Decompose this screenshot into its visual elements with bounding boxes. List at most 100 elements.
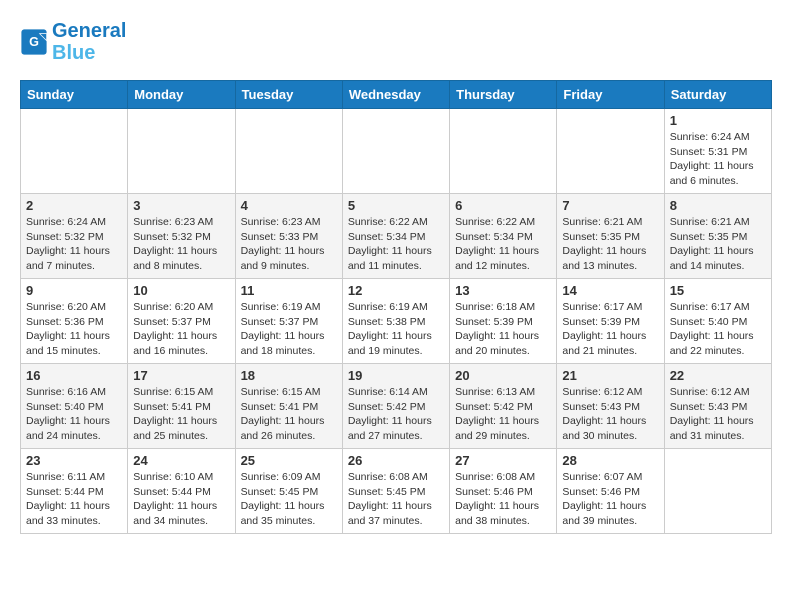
day-info: Sunrise: 6:19 AM Sunset: 5:37 PM Dayligh… (241, 300, 337, 359)
logo-blue: Blue (52, 42, 126, 64)
col-header-friday: Friday (557, 81, 664, 109)
col-header-tuesday: Tuesday (235, 81, 342, 109)
day-info: Sunrise: 6:17 AM Sunset: 5:40 PM Dayligh… (670, 300, 766, 359)
day-number: 13 (455, 283, 551, 298)
day-info: Sunrise: 6:20 AM Sunset: 5:37 PM Dayligh… (133, 300, 229, 359)
day-number: 19 (348, 368, 444, 383)
day-number: 1 (670, 113, 766, 128)
day-number: 26 (348, 453, 444, 468)
calendar-cell: 25 Sunrise: 6:09 AM Sunset: 5:45 PM Dayli… (235, 449, 342, 534)
day-number: 2 (26, 198, 122, 213)
col-header-monday: Monday (128, 81, 235, 109)
day-number: 12 (348, 283, 444, 298)
day-number: 6 (455, 198, 551, 213)
day-info: Sunrise: 6:17 AM Sunset: 5:39 PM Dayligh… (562, 300, 658, 359)
calendar-cell: 19 Sunrise: 6:14 AM Sunset: 5:42 PM Dayli… (342, 364, 449, 449)
calendar-cell: 9 Sunrise: 6:20 AM Sunset: 5:36 PM Daylig… (21, 279, 128, 364)
calendar-cell: 11Sunrise: 6:19 AM Sunset: 5:37 PM Dayli… (235, 279, 342, 364)
day-number: 25 (241, 453, 337, 468)
day-number: 14 (562, 283, 658, 298)
calendar-cell: 28 Sunrise: 6:07 AM Sunset: 5:46 PM Dayli… (557, 449, 664, 534)
calendar-cell (557, 109, 664, 194)
calendar-cell (450, 109, 557, 194)
calendar-week-4: 16 Sunrise: 6:16 AM Sunset: 5:40 PM Dayli… (21, 364, 772, 449)
calendar-cell: 2 Sunrise: 6:24 AM Sunset: 5:32 PM Daylig… (21, 194, 128, 279)
day-info: Sunrise: 6:21 AM Sunset: 5:35 PM Dayligh… (670, 215, 766, 274)
calendar-cell: 24 Sunrise: 6:10 AM Sunset: 5:44 PM Dayli… (128, 449, 235, 534)
calendar-cell: 14 Sunrise: 6:17 AM Sunset: 5:39 PM Dayli… (557, 279, 664, 364)
day-number: 18 (241, 368, 337, 383)
day-number: 3 (133, 198, 229, 213)
logo-general: General (52, 20, 126, 42)
day-number: 22 (670, 368, 766, 383)
day-info: Sunrise: 6:12 AM Sunset: 5:43 PM Dayligh… (562, 385, 658, 444)
calendar-cell: 1 Sunrise: 6:24 AM Sunset: 5:31 PM Daylig… (664, 109, 771, 194)
calendar-cell: 15 Sunrise: 6:17 AM Sunset: 5:40 PM Dayli… (664, 279, 771, 364)
day-info: Sunrise: 6:23 AM Sunset: 5:33 PM Dayligh… (241, 215, 337, 274)
svg-text:G: G (29, 35, 39, 49)
calendar-cell: 4 Sunrise: 6:23 AM Sunset: 5:33 PM Daylig… (235, 194, 342, 279)
day-info: Sunrise: 6:16 AM Sunset: 5:40 PM Dayligh… (26, 385, 122, 444)
calendar-cell: 20 Sunrise: 6:13 AM Sunset: 5:42 PM Dayli… (450, 364, 557, 449)
day-info: Sunrise: 6:10 AM Sunset: 5:44 PM Dayligh… (133, 470, 229, 529)
day-number: 28 (562, 453, 658, 468)
day-info: Sunrise: 6:09 AM Sunset: 5:45 PM Dayligh… (241, 470, 337, 529)
day-number: 4 (241, 198, 337, 213)
calendar-cell: 18Sunrise: 6:15 AM Sunset: 5:41 PM Dayli… (235, 364, 342, 449)
header: G General Blue (20, 20, 772, 64)
day-info: Sunrise: 6:23 AM Sunset: 5:32 PM Dayligh… (133, 215, 229, 274)
day-info: Sunrise: 6:07 AM Sunset: 5:46 PM Dayligh… (562, 470, 658, 529)
col-header-sunday: Sunday (21, 81, 128, 109)
day-info: Sunrise: 6:24 AM Sunset: 5:32 PM Dayligh… (26, 215, 122, 274)
calendar-cell: 6 Sunrise: 6:22 AM Sunset: 5:34 PM Daylig… (450, 194, 557, 279)
calendar-week-1: 1 Sunrise: 6:24 AM Sunset: 5:31 PM Daylig… (21, 109, 772, 194)
day-info: Sunrise: 6:19 AM Sunset: 5:38 PM Dayligh… (348, 300, 444, 359)
day-number: 7 (562, 198, 658, 213)
logo: G General Blue (20, 20, 126, 64)
day-info: Sunrise: 6:24 AM Sunset: 5:31 PM Dayligh… (670, 130, 766, 189)
calendar-header-row: SundayMondayTuesdayWednesdayThursdayFrid… (21, 81, 772, 109)
day-info: Sunrise: 6:08 AM Sunset: 5:46 PM Dayligh… (455, 470, 551, 529)
day-info: Sunrise: 6:08 AM Sunset: 5:45 PM Dayligh… (348, 470, 444, 529)
page-container: G General Blue SundayMondayTuesdayWednes… (0, 0, 792, 544)
calendar-cell: 13 Sunrise: 6:18 AM Sunset: 5:39 PM Dayli… (450, 279, 557, 364)
col-header-thursday: Thursday (450, 81, 557, 109)
day-info: Sunrise: 6:22 AM Sunset: 5:34 PM Dayligh… (455, 215, 551, 274)
day-number: 23 (26, 453, 122, 468)
day-info: Sunrise: 6:21 AM Sunset: 5:35 PM Dayligh… (562, 215, 658, 274)
day-info: Sunrise: 6:20 AM Sunset: 5:36 PM Dayligh… (26, 300, 122, 359)
day-info: Sunrise: 6:18 AM Sunset: 5:39 PM Dayligh… (455, 300, 551, 359)
day-number: 5 (348, 198, 444, 213)
day-number: 24 (133, 453, 229, 468)
day-info: Sunrise: 6:13 AM Sunset: 5:42 PM Dayligh… (455, 385, 551, 444)
day-number: 27 (455, 453, 551, 468)
day-number: 16 (26, 368, 122, 383)
calendar-cell: 27 Sunrise: 6:08 AM Sunset: 5:46 PM Dayli… (450, 449, 557, 534)
calendar-cell: 22 Sunrise: 6:12 AM Sunset: 5:43 PM Dayli… (664, 364, 771, 449)
col-header-saturday: Saturday (664, 81, 771, 109)
day-number: 9 (26, 283, 122, 298)
calendar-cell: 17 Sunrise: 6:15 AM Sunset: 5:41 PM Dayli… (128, 364, 235, 449)
calendar-cell: 21 Sunrise: 6:12 AM Sunset: 5:43 PM Dayli… (557, 364, 664, 449)
calendar-cell: 12 Sunrise: 6:19 AM Sunset: 5:38 PM Dayli… (342, 279, 449, 364)
col-header-wednesday: Wednesday (342, 81, 449, 109)
logo-icon: G (20, 28, 48, 56)
day-info: Sunrise: 6:14 AM Sunset: 5:42 PM Dayligh… (348, 385, 444, 444)
calendar-cell: 23Sunrise: 6:11 AM Sunset: 5:44 PM Dayli… (21, 449, 128, 534)
day-info: Sunrise: 6:15 AM Sunset: 5:41 PM Dayligh… (133, 385, 229, 444)
calendar-cell (21, 109, 128, 194)
calendar-week-3: 9 Sunrise: 6:20 AM Sunset: 5:36 PM Daylig… (21, 279, 772, 364)
day-info: Sunrise: 6:12 AM Sunset: 5:43 PM Dayligh… (670, 385, 766, 444)
calendar-cell (128, 109, 235, 194)
calendar-cell: 10 Sunrise: 6:20 AM Sunset: 5:37 PM Dayli… (128, 279, 235, 364)
day-number: 20 (455, 368, 551, 383)
calendar-cell: 3 Sunrise: 6:23 AM Sunset: 5:32 PM Daylig… (128, 194, 235, 279)
day-number: 17 (133, 368, 229, 383)
day-number: 15 (670, 283, 766, 298)
calendar-cell: 26 Sunrise: 6:08 AM Sunset: 5:45 PM Dayli… (342, 449, 449, 534)
calendar-week-5: 23Sunrise: 6:11 AM Sunset: 5:44 PM Dayli… (21, 449, 772, 534)
calendar-cell: 5Sunrise: 6:22 AM Sunset: 5:34 PM Daylig… (342, 194, 449, 279)
day-number: 10 (133, 283, 229, 298)
calendar-cell: 7 Sunrise: 6:21 AM Sunset: 5:35 PM Daylig… (557, 194, 664, 279)
day-number: 21 (562, 368, 658, 383)
